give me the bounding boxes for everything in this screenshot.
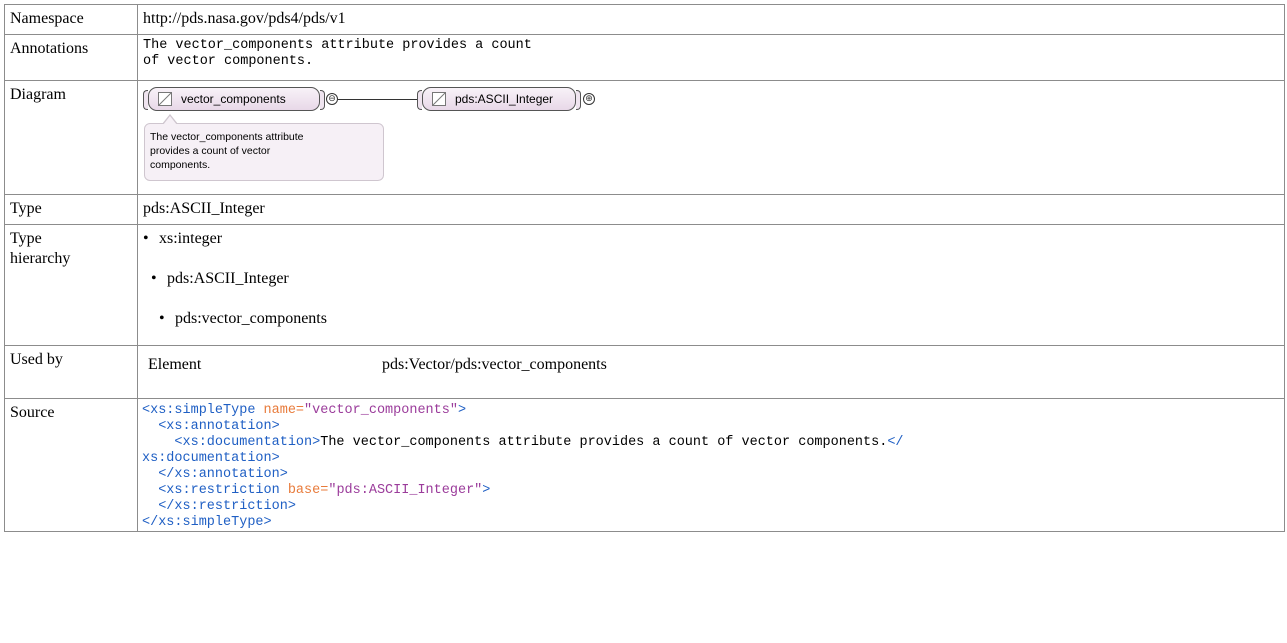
- xml-tag: >: [457, 403, 467, 418]
- annotation-line-2: of vector components.: [143, 54, 314, 69]
- source-line-7: </xs:restriction>: [142, 499, 296, 514]
- hierarchy-item-1: • xs:integer: [143, 229, 222, 249]
- xml-attr-value: "vector_components": [304, 403, 458, 418]
- ascii-integer-node[interactable]: pds:ASCII_Integer: [417, 87, 581, 111]
- simple-type-icon: [432, 92, 446, 106]
- bullet-icon: •: [159, 310, 165, 327]
- annotations-value: The vector_components attribute provides…: [137, 34, 1285, 81]
- source-line-3: <xs:documentation>The vector_components …: [142, 435, 1284, 451]
- annotation-line-1: The vector_components attribute provides…: [143, 38, 532, 53]
- diagram-tooltip: The vector_components attribute provides…: [144, 123, 384, 181]
- tooltip-arrow-fill: [163, 116, 177, 125]
- diagram-cell: vector_components ⊖ pds:ASCII_Integer ⊕ …: [137, 80, 1285, 195]
- bullet-icon: •: [143, 230, 149, 247]
- type-row: Type pds:ASCII_Integer: [4, 194, 1285, 225]
- tooltip-line-1: The vector_components attribute: [150, 131, 304, 143]
- node-left-cap: [417, 90, 422, 110]
- source-line-5: </xs:annotation>: [142, 467, 288, 482]
- diagram-label: Diagram: [4, 80, 138, 195]
- hierarchy-item-3: • pds:vector_components: [159, 309, 327, 329]
- type-hierarchy-label-line-2: hierarchy: [10, 250, 71, 267]
- source-line-8: </xs:simpleType>: [142, 515, 272, 530]
- xml-attr-value: "pds:ASCII_Integer": [328, 483, 483, 498]
- namespace-value: http://pds.nasa.gov/pds4/pds/v1: [137, 4, 1285, 35]
- source-line-2: <xs:annotation>: [142, 419, 280, 434]
- source-line-4: xs:documentation>: [142, 451, 280, 466]
- node-right-cap: [576, 90, 581, 110]
- namespace-row: Namespace http://pds.nasa.gov/pds4/pds/v…: [4, 4, 1285, 35]
- node-left-cap: [143, 90, 148, 110]
- hierarchy-item-2: • pds:ASCII_Integer: [151, 269, 289, 289]
- source-row: Source <xs:simpleType name="vector_compo…: [4, 398, 1285, 532]
- annotations-row: Annotations The vector_components attrib…: [4, 34, 1285, 81]
- xml-tag: <xs:restriction: [142, 483, 280, 498]
- hierarchy-item-2-label: pds:ASCII_Integer: [167, 270, 289, 287]
- connector-line: [338, 99, 422, 100]
- node-right-cap: [320, 90, 325, 110]
- xml-tag: </: [887, 435, 904, 450]
- hierarchy-item-1-label: xs:integer: [159, 230, 223, 247]
- annotations-label: Annotations: [4, 34, 138, 81]
- schema-diagram: vector_components ⊖ pds:ASCII_Integer ⊕ …: [142, 83, 742, 187]
- xml-tag: <xs:documentation>: [142, 435, 321, 450]
- vector-components-node[interactable]: vector_components: [143, 87, 325, 111]
- collapse-icon[interactable]: ⊖: [326, 93, 338, 105]
- expand-icon[interactable]: ⊕: [583, 93, 595, 105]
- xml-tag: <xs:simpleType: [142, 403, 256, 418]
- source-code: <xs:simpleType name="vector_components">…: [137, 398, 1285, 532]
- xml-tag: >: [482, 483, 491, 498]
- used-by-cell: Element pds:Vector/pds:vector_components: [137, 345, 1285, 399]
- used-by-content: Element pds:Vector/pds:vector_components: [138, 346, 1284, 394]
- tooltip-line-2: provides a count of vector: [150, 145, 271, 157]
- tooltip-line-3: components.: [150, 159, 211, 171]
- type-hierarchy-cell: • xs:integer • pds:ASCII_Integer • pds:vect…: [137, 224, 1285, 346]
- used-by-kind: Element: [148, 356, 202, 373]
- source-line-1: <xs:simpleType name="vector_components">: [142, 403, 1284, 419]
- ascii-integer-node-label: pds:ASCII_Integer: [455, 92, 554, 106]
- simple-type-icon: [158, 92, 172, 106]
- xml-attr: name=: [255, 403, 305, 418]
- hierarchy-item-3-label: pds:vector_components: [175, 310, 327, 327]
- schema-doc-table: Namespace http://pds.nasa.gov/pds4/pds/v…: [4, 4, 1285, 532]
- namespace-label: Namespace: [4, 4, 138, 35]
- used-by-label: Used by: [4, 345, 138, 399]
- type-label: Type: [4, 194, 138, 225]
- bullet-icon: •: [151, 270, 157, 287]
- type-value[interactable]: pds:ASCII_Integer: [137, 194, 1285, 225]
- vector-components-node-label: vector_components: [181, 92, 286, 106]
- type-hierarchy-list: • xs:integer • pds:ASCII_Integer • pds:vect…: [138, 225, 1284, 341]
- used-by-row: Used by Element pds:Vector/pds:vector_co…: [4, 345, 1285, 399]
- xml-text: The vector_components attribute provides…: [320, 435, 888, 450]
- xml-attr: base=: [279, 483, 329, 498]
- used-by-path[interactable]: pds:Vector/pds:vector_components: [382, 355, 607, 375]
- type-hierarchy-row: Type hierarchy • xs:integer • pds:ASCII_In…: [4, 224, 1285, 346]
- source-line-6: <xs:restriction base="pds:ASCII_Integer"…: [142, 483, 1284, 499]
- diagram-row: Diagram vector_components ⊖ pds:ASCII_In…: [4, 80, 1285, 195]
- type-hierarchy-label: Type hierarchy: [4, 224, 138, 346]
- source-label: Source: [4, 398, 138, 532]
- type-hierarchy-label-line-1: Type: [10, 230, 42, 247]
